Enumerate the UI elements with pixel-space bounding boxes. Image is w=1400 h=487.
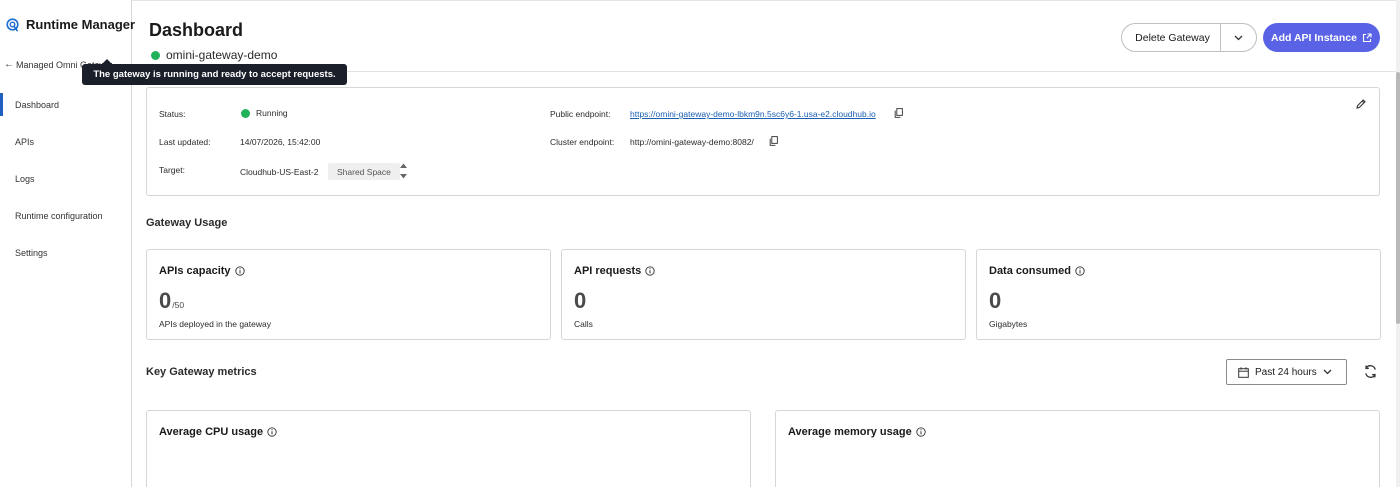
- gateway-details-card: Status: Running Last updated: 14/07/2026…: [146, 87, 1380, 196]
- public-endpoint-link[interactable]: https://omini-gateway-demo-lbkm9n.5sc6y6…: [630, 109, 876, 119]
- card-caption: Gigabytes: [989, 319, 1028, 329]
- card-title: APIs capacity: [159, 265, 245, 277]
- chevron-down-icon: [1323, 369, 1332, 375]
- sidebar-item-label: Runtime configuration: [15, 210, 103, 221]
- top-border: [0, 0, 1400, 1]
- info-icon[interactable]: [916, 427, 926, 437]
- sidebar-item-label: Dashboard: [15, 99, 60, 110]
- sidebar-item-dashboard[interactable]: Dashboard: [0, 86, 132, 123]
- external-link-icon: [1362, 32, 1372, 42]
- calendar-icon: [1238, 366, 1249, 378]
- sidebar-item-apis[interactable]: APIs: [0, 123, 132, 160]
- sidebar-item-settings[interactable]: Settings: [0, 234, 132, 271]
- add-api-instance-button[interactable]: Add API Instance: [1263, 23, 1380, 52]
- gateway-usage-title: Gateway Usage: [146, 217, 228, 229]
- add-api-instance-label: Add API Instance: [1271, 31, 1357, 44]
- card-value: 0: [989, 288, 1001, 314]
- card-value: 0: [574, 288, 586, 314]
- card-value-suffix: /50: [172, 300, 185, 310]
- status-tooltip: The gateway is running and ready to acce…: [82, 59, 347, 85]
- brand[interactable]: Runtime Manager: [6, 17, 135, 32]
- gateway-name-label: omini-gateway-demo: [166, 48, 278, 62]
- shared-space-chip: Shared Space: [328, 163, 400, 180]
- arrow-left-icon: ←: [4, 59, 14, 70]
- cluster-endpoint-value: http://omini-gateway-demo:8082/: [630, 137, 754, 147]
- time-range-select[interactable]: Past 24 hours: [1226, 359, 1347, 385]
- public-endpoint-label: Public endpoint:: [550, 109, 611, 119]
- card-title-label: Average memory usage: [788, 426, 912, 438]
- copy-icon[interactable]: [769, 136, 778, 146]
- scrollbar-thumb[interactable]: [1396, 72, 1400, 324]
- status-value: Running: [241, 108, 288, 118]
- card-caption: APIs deployed in the gateway: [159, 319, 271, 329]
- info-icon[interactable]: [267, 427, 277, 437]
- sidebar-item-runtime-configuration[interactable]: Runtime configuration: [0, 197, 132, 234]
- edit-pencil-icon[interactable]: [1355, 98, 1367, 110]
- average-memory-usage-card: Average memory usage: [775, 410, 1380, 487]
- info-icon[interactable]: [234, 266, 245, 276]
- sidebar-nav: Dashboard APIs Logs Runtime configuratio…: [0, 86, 132, 271]
- card-title-label: APIs capacity: [159, 265, 231, 277]
- apis-capacity-card: APIs capacity 0 /50 APIs deployed in the…: [146, 249, 551, 340]
- cluster-endpoint-label: Cluster endpoint:: [550, 137, 615, 147]
- target-value: Cloudhub-US-East-2: [240, 167, 319, 177]
- delete-gateway-split-button: Delete Gateway: [1121, 23, 1257, 52]
- running-status-dot-icon: [151, 50, 160, 60]
- info-icon[interactable]: [1075, 266, 1085, 276]
- key-metrics-title: Key Gateway metrics: [146, 366, 257, 378]
- copy-icon[interactable]: [894, 108, 903, 118]
- refresh-icon[interactable]: [1363, 364, 1378, 379]
- sidebar-item-logs[interactable]: Logs: [0, 160, 132, 197]
- info-icon[interactable]: [645, 266, 655, 276]
- more-actions-dropdown-button[interactable]: [1221, 24, 1256, 51]
- card-title: Data consumed: [989, 265, 1085, 277]
- api-requests-card: API requests 0 Calls: [561, 249, 966, 340]
- card-caption: Calls: [574, 319, 593, 329]
- last-updated-value: 14/07/2026, 15:42:00: [240, 137, 321, 147]
- running-status-dot-icon: [241, 108, 250, 118]
- page-title: Dashboard: [149, 20, 244, 40]
- chevron-down-icon: [1234, 35, 1243, 40]
- card-title: Average memory usage: [788, 426, 926, 438]
- card-value-number: 0: [989, 288, 1002, 313]
- sidebar-item-label: Settings: [15, 247, 48, 258]
- sidebar-item-label: Logs: [15, 173, 35, 184]
- runtime-manager-logo-icon: [6, 17, 19, 31]
- data-consumed-card: Data consumed 0 Gigabytes: [976, 249, 1381, 340]
- status-label: Status:: [159, 109, 186, 119]
- card-value: 0 /50: [159, 288, 184, 314]
- page-scrollbar[interactable]: [1396, 0, 1400, 487]
- delete-gateway-button[interactable]: Delete Gateway: [1122, 24, 1221, 51]
- card-value-number: 0: [159, 288, 172, 313]
- card-title-label: API requests: [574, 265, 642, 277]
- gateway-name: omini-gateway-demo: [151, 48, 277, 62]
- card-title: API requests: [574, 265, 655, 277]
- card-title-label: Average CPU usage: [159, 426, 264, 438]
- brand-name: Runtime Manager: [26, 17, 136, 32]
- average-cpu-usage-card: Average CPU usage: [146, 410, 751, 487]
- last-updated-label: Last updated:: [159, 137, 211, 147]
- sort-stepper-icon[interactable]: [399, 161, 408, 181]
- card-title-label: Data consumed: [989, 265, 1071, 277]
- time-range-value: Past 24 hours: [1255, 366, 1317, 378]
- card-value-number: 0: [574, 288, 587, 313]
- target-label: Target:: [159, 165, 185, 175]
- card-title: Average CPU usage: [159, 426, 277, 438]
- sidebar-item-label: APIs: [15, 136, 35, 147]
- status-text: Running: [256, 108, 288, 118]
